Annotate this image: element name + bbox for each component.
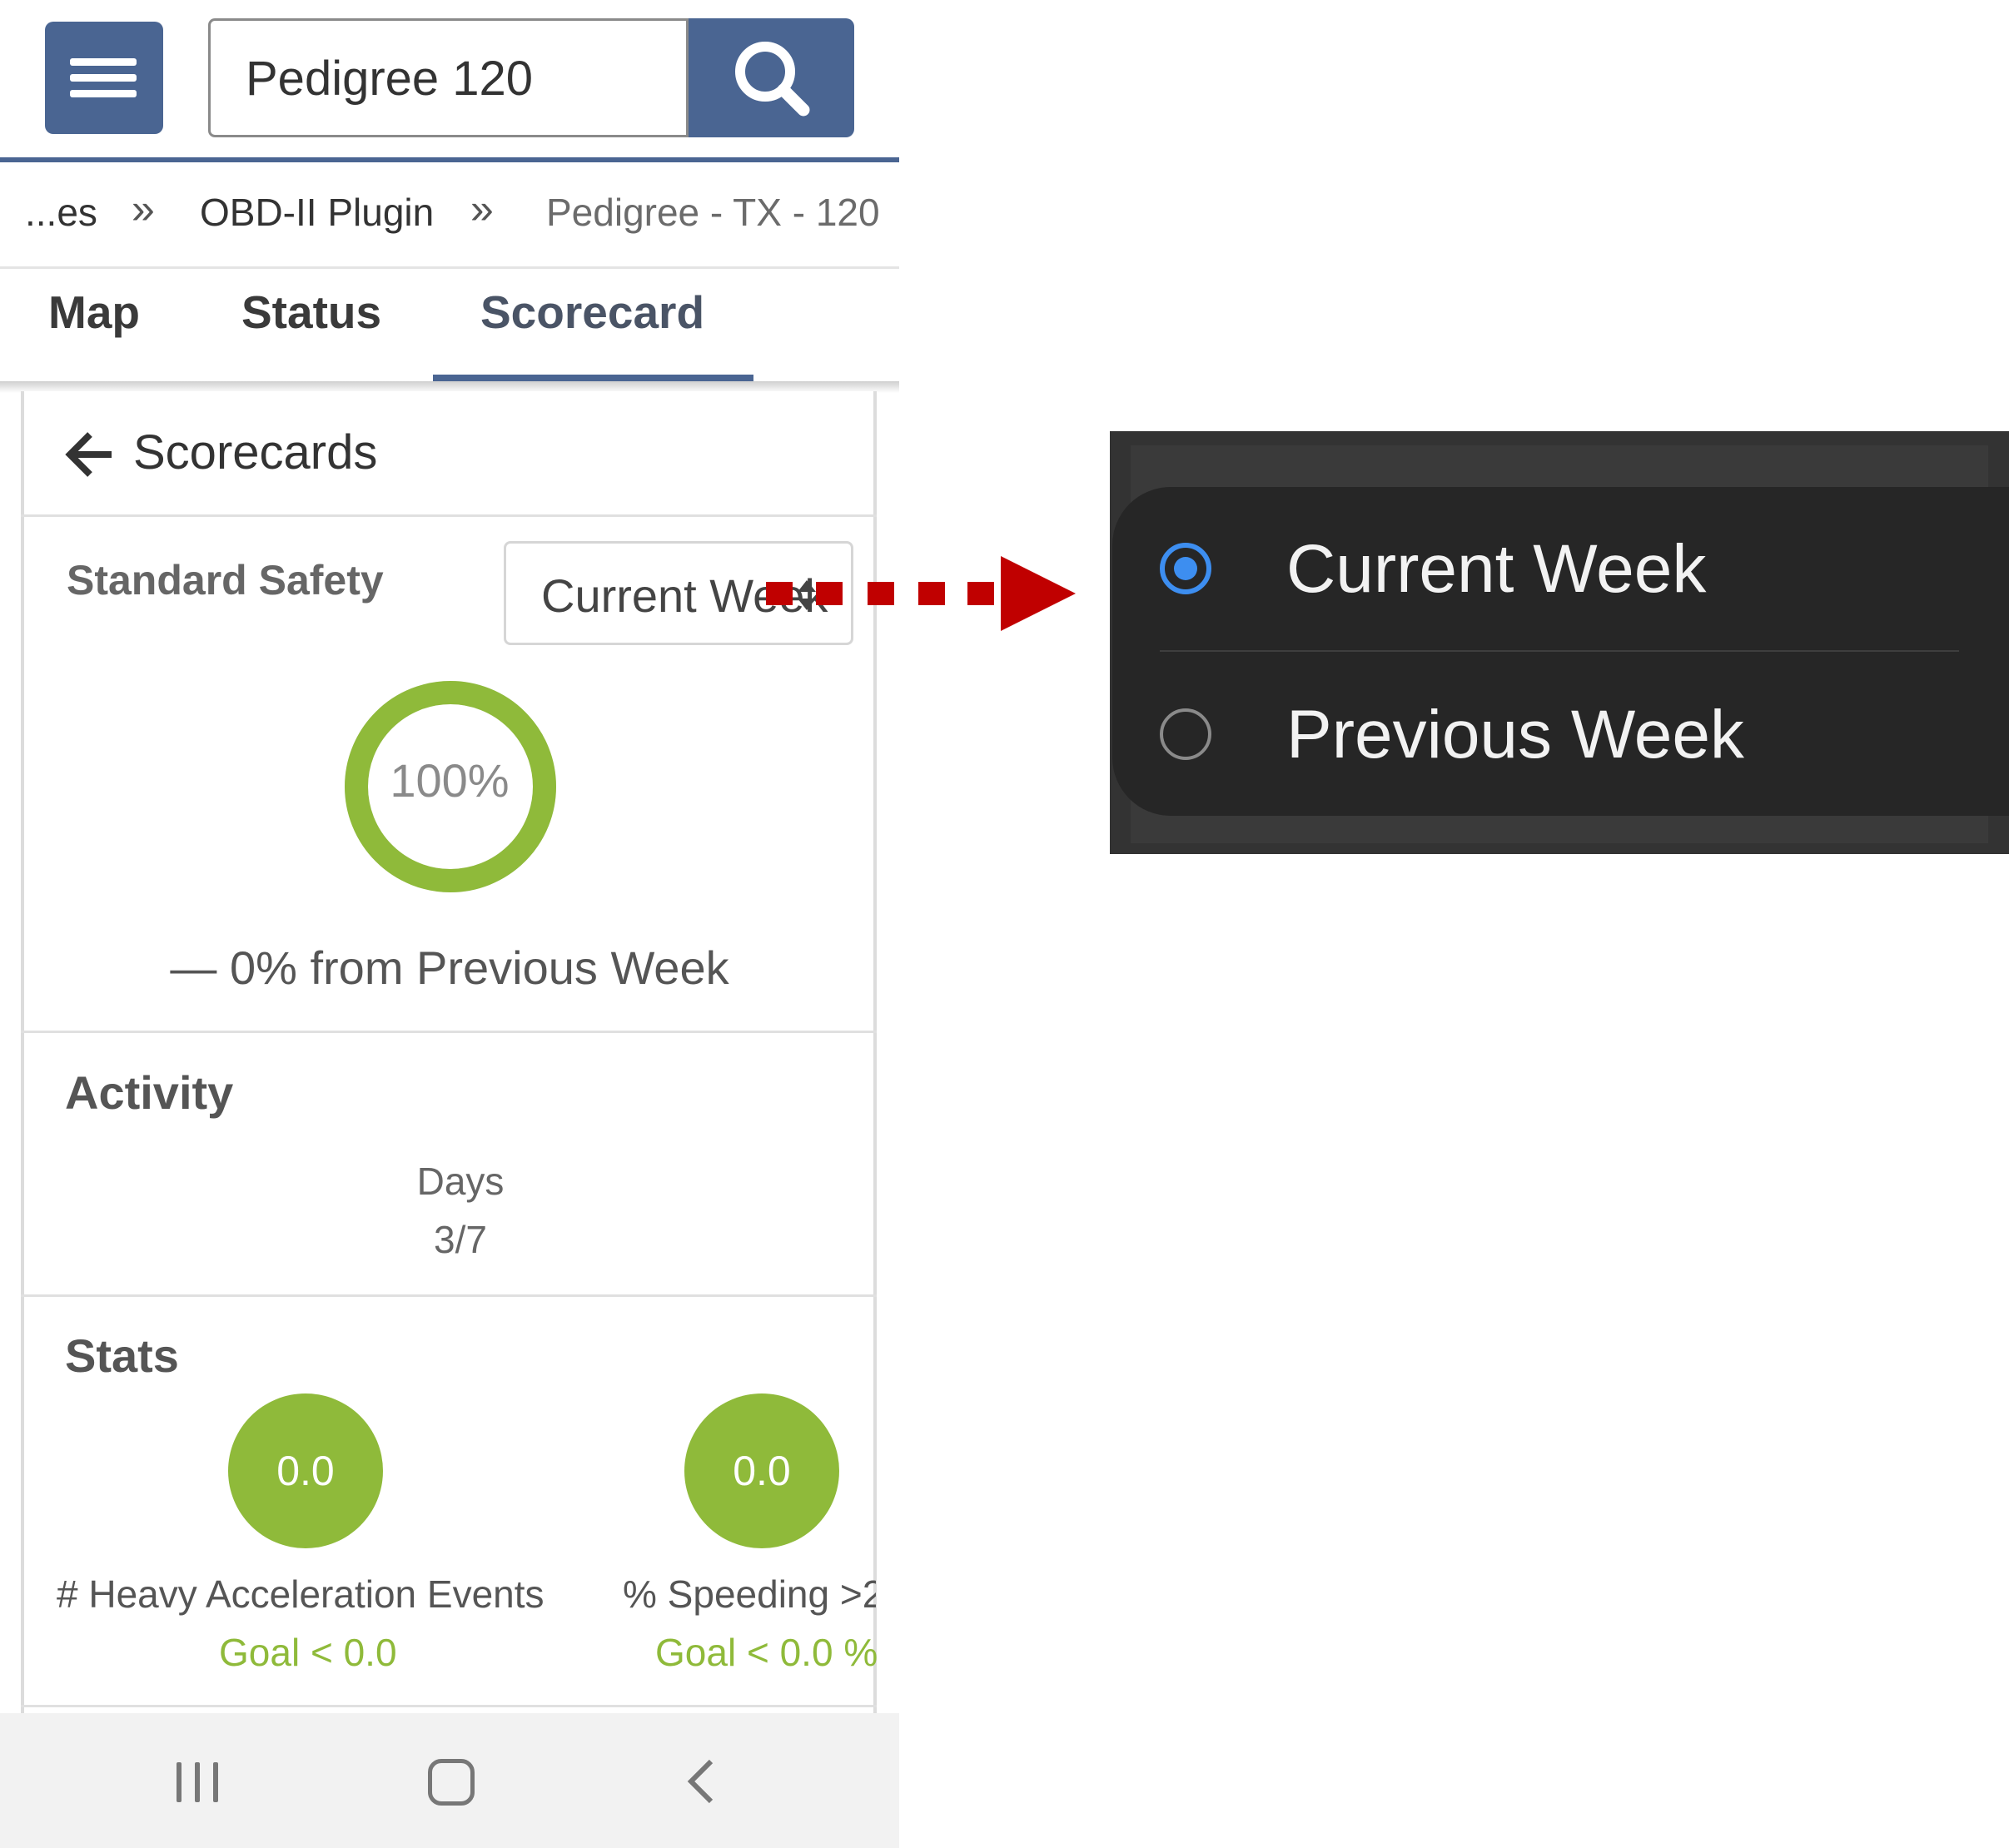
chevron-double-right-icon: » (132, 186, 155, 232)
breadcrumb-item[interactable]: ...es (25, 190, 97, 235)
recents-icon-bar (213, 1762, 218, 1802)
menu-button[interactable] (45, 22, 163, 134)
arrow-left-icon[interactable] (65, 431, 115, 478)
breadcrumb-current: Pedigree - TX - 120 (546, 191, 880, 234)
home-icon[interactable] (428, 1759, 475, 1806)
divider (21, 1705, 877, 1707)
breadcrumb-divider (0, 266, 899, 269)
divider (21, 1294, 877, 1297)
radio-current-week[interactable] (1160, 543, 1211, 594)
header-divider (0, 157, 899, 162)
menu-icon-bar (70, 74, 137, 82)
scorecard-name: Standard Safety (67, 557, 384, 604)
breadcrumb-item[interactable]: OBD-II Plugin (200, 190, 434, 235)
recents-icon-bar (177, 1762, 182, 1802)
divider (21, 514, 877, 517)
phone-screen: Pedigree 120 ...es » OBD-II Plugin » Ped… (0, 0, 899, 1848)
callout-arrow (766, 556, 1076, 631)
radio-previous-week[interactable] (1160, 708, 1211, 760)
stat-label-clip: % Speeding >2 (616, 1565, 876, 1623)
back-icon[interactable] (684, 1756, 718, 1806)
option-current-week[interactable]: Current Week (1286, 530, 1706, 609)
recents-icon-bar (195, 1762, 200, 1802)
stat-goal: Goal < 0.0 (219, 1631, 397, 1674)
stat-label: # Heavy Acceleration Events (57, 1572, 545, 1616)
search-input[interactable]: Pedigree 120 (208, 18, 689, 137)
options-divider (1160, 650, 1959, 652)
days-value: 3/7 (434, 1218, 487, 1261)
tab-scorecard[interactable]: Scorecard (480, 286, 704, 339)
search-icon (735, 42, 810, 117)
back-to-scorecards-link[interactable]: Scorecards (133, 425, 377, 480)
stat-value-circle: 0.0 (684, 1393, 839, 1548)
stat-goal: Goal < 0.0 % (655, 1631, 878, 1674)
score-change-text: — 0% from Previous Week (170, 941, 729, 994)
menu-icon (70, 58, 137, 66)
activity-title: Activity (65, 1066, 234, 1119)
divider (21, 1031, 877, 1033)
tab-map[interactable]: Map (48, 286, 140, 339)
option-previous-week[interactable]: Previous Week (1286, 696, 1744, 774)
search-button[interactable] (689, 18, 854, 137)
stats-title: Stats (65, 1329, 179, 1382)
stat-label: % Speeding >2 (623, 1572, 876, 1616)
tab-status[interactable]: Status (241, 286, 381, 339)
stat-value-circle: 0.0 (228, 1393, 383, 1548)
score-percent: 100% (390, 754, 510, 807)
menu-icon-bar (70, 90, 137, 97)
days-label: Days (416, 1160, 505, 1203)
chevron-double-right-icon: » (470, 186, 494, 232)
